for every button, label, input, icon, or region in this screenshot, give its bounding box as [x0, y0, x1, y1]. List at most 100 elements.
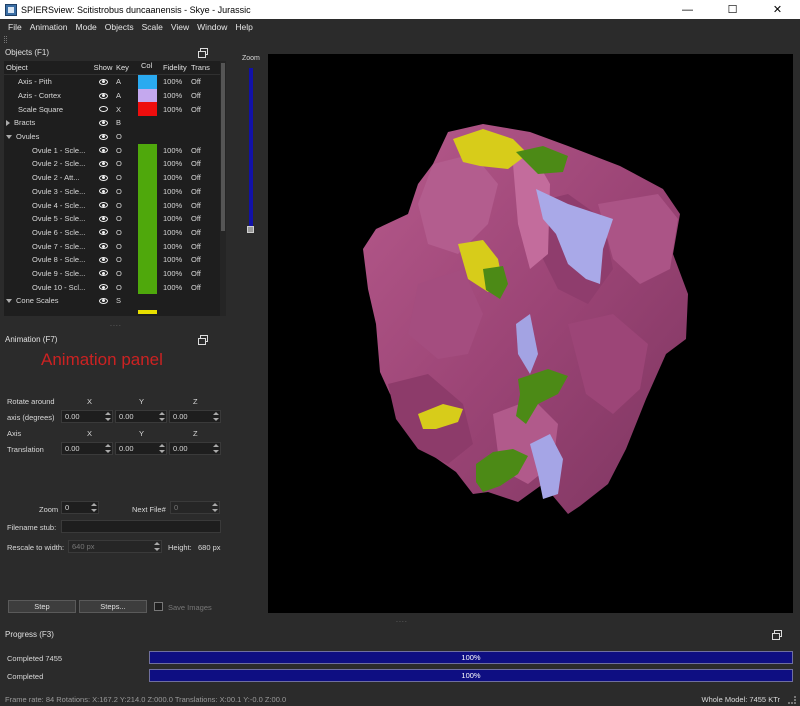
model-viewport[interactable] — [268, 54, 793, 613]
object-fidelity[interactable]: 100% — [161, 269, 191, 278]
eye-icon[interactable] — [98, 229, 108, 236]
object-row[interactable]: Bracts B — [4, 116, 226, 130]
objects-scroll-thumb[interactable] — [221, 63, 225, 231]
object-trans[interactable]: Off — [191, 242, 211, 251]
object-fidelity[interactable]: 100% — [161, 159, 191, 168]
object-trans[interactable]: Off — [191, 146, 211, 155]
eye-icon[interactable] — [98, 256, 108, 263]
objects-scrollbar[interactable] — [220, 61, 226, 316]
show-cell[interactable] — [92, 92, 114, 99]
show-cell[interactable] — [92, 78, 114, 85]
show-cell[interactable] — [92, 297, 114, 304]
object-trans[interactable]: Off — [191, 269, 211, 278]
object-key[interactable]: S — [114, 296, 137, 305]
spin-arrows-icon[interactable] — [105, 444, 111, 453]
eye-icon[interactable] — [98, 188, 108, 195]
object-row[interactable]: Ovule 5 - Scle... O 100% Off — [4, 212, 226, 226]
object-fidelity[interactable]: 100% — [161, 77, 191, 86]
save-images-checkbox[interactable] — [154, 602, 163, 611]
step-button[interactable]: Step — [8, 600, 76, 613]
object-row[interactable]: Ovule 4 - Scle... O 100% Off — [4, 198, 226, 212]
eye-icon[interactable] — [98, 147, 108, 154]
object-fidelity[interactable]: 100% — [161, 105, 191, 114]
translation-y-spinbox[interactable]: 0.00 — [115, 442, 167, 455]
resize-grip-icon[interactable] — [788, 696, 796, 704]
object-trans[interactable]: Off — [191, 214, 211, 223]
eye-icon[interactable] — [98, 174, 108, 181]
menu-help[interactable]: Help — [231, 22, 256, 32]
show-cell[interactable] — [92, 174, 114, 181]
column-trans[interactable]: Trans — [191, 63, 211, 72]
eye-hidden-icon[interactable] — [98, 106, 108, 113]
object-row[interactable]: Ovule 3 - Scle... O 100% Off — [4, 185, 226, 199]
show-cell[interactable] — [92, 119, 114, 126]
eye-icon[interactable] — [98, 270, 108, 277]
menu-window[interactable]: Window — [193, 22, 231, 32]
eye-icon[interactable] — [98, 119, 108, 126]
rotate-z-spinbox[interactable]: 0.00 — [169, 410, 221, 423]
color-swatch[interactable] — [138, 102, 157, 117]
object-row[interactable]: Ovule 6 - Scle... O 100% Off — [4, 226, 226, 240]
object-key[interactable]: O — [114, 132, 137, 141]
object-fidelity[interactable]: 100% — [161, 214, 191, 223]
object-fidelity[interactable]: 100% — [161, 187, 191, 196]
translation-z-spinbox[interactable]: 0.00 — [169, 442, 221, 455]
menu-mode[interactable]: Mode — [72, 22, 101, 32]
object-trans[interactable]: Off — [191, 283, 211, 292]
next-file-spinbox[interactable]: 0 — [170, 501, 220, 514]
object-trans[interactable]: Off — [191, 201, 211, 210]
show-cell[interactable] — [92, 256, 114, 263]
object-fidelity[interactable]: 100% — [161, 228, 191, 237]
object-key[interactable]: O — [114, 173, 137, 182]
collapse-arrow-icon[interactable] — [6, 134, 12, 139]
spin-arrows-icon[interactable] — [213, 444, 219, 453]
spin-arrows-icon[interactable] — [159, 444, 165, 453]
column-show[interactable]: Show — [92, 63, 114, 72]
object-key[interactable]: O — [114, 283, 137, 292]
object-color-cell[interactable] — [137, 130, 161, 144]
object-row[interactable]: Scale Square X 100% Off — [4, 102, 226, 117]
show-cell[interactable] — [92, 215, 114, 222]
objects-float-icon[interactable] — [198, 48, 208, 58]
object-row[interactable]: Azis - Cortex A 100% Off — [4, 88, 226, 103]
object-key[interactable]: X — [114, 105, 137, 114]
rotate-x-spinbox[interactable]: 0.00 — [61, 410, 113, 423]
object-row[interactable]: Ovule 8 - Scle... O 100% Off — [4, 253, 226, 267]
object-trans[interactable]: Off — [191, 159, 211, 168]
spin-arrows-icon[interactable] — [91, 503, 97, 512]
eye-icon[interactable] — [98, 215, 108, 222]
show-cell[interactable] — [92, 284, 114, 291]
object-row[interactable]: Ovule 2 - Att... O 100% Off — [4, 171, 226, 185]
show-cell[interactable] — [92, 106, 114, 113]
object-row[interactable]: Cone Scales S — [4, 294, 226, 308]
column-col[interactable]: Col — [137, 61, 161, 74]
show-cell[interactable] — [92, 133, 114, 140]
dock-splitter[interactable]: .... — [110, 321, 122, 328]
color-swatch[interactable] — [138, 88, 157, 103]
rotate-y-spinbox[interactable]: 0.00 — [115, 410, 167, 423]
menu-file[interactable]: File — [4, 22, 26, 32]
object-trans[interactable]: Off — [191, 255, 211, 264]
object-trans[interactable]: Off — [191, 77, 211, 86]
ovule-color-swatch[interactable] — [138, 143, 157, 295]
object-row[interactable]: Ovule 10 - Scl... O 100% Off — [4, 280, 226, 294]
progress-float-icon[interactable] — [772, 630, 782, 640]
object-trans[interactable]: Off — [191, 91, 211, 100]
object-key[interactable]: O — [114, 228, 137, 237]
spin-arrows-icon[interactable] — [105, 412, 111, 421]
object-key[interactable]: B — [114, 118, 137, 127]
object-key[interactable]: A — [114, 91, 137, 100]
eye-icon[interactable] — [98, 78, 108, 85]
object-row[interactable]: Ovule 9 - Scle... O 100% Off — [4, 267, 226, 281]
spin-arrows-icon[interactable] — [212, 503, 218, 512]
object-row[interactable]: Axis - Pith A 100% Off — [4, 75, 226, 89]
column-fidelity[interactable]: Fidelity — [161, 63, 191, 72]
object-trans[interactable]: Off — [191, 187, 211, 196]
progress-splitter[interactable]: .... — [396, 617, 408, 624]
filename-stub-input[interactable] — [61, 520, 221, 533]
maximize-button[interactable]: ☐ — [710, 0, 755, 19]
collapse-arrow-icon[interactable] — [6, 298, 12, 303]
object-key[interactable]: O — [114, 269, 137, 278]
color-swatch[interactable] — [138, 75, 157, 89]
toolbar-handle[interactable] — [4, 36, 7, 43]
